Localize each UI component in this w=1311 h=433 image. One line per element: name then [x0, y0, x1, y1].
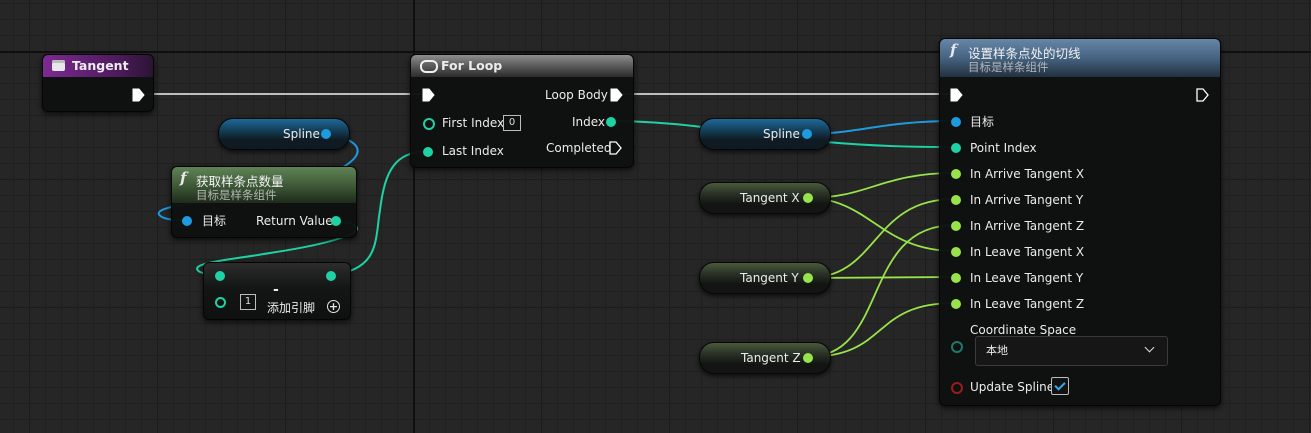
subtract-input-b-pin[interactable] — [215, 297, 226, 308]
tangent-node-title: Tangent — [72, 58, 129, 73]
completed-label: Completed — [546, 141, 612, 155]
spline-variable-getter-2[interactable]: Spline — [699, 118, 831, 150]
pin-label-arrive-y: In Arrive Tangent Y — [970, 193, 1084, 207]
target-pin[interactable] — [951, 117, 961, 127]
get-spline-point-count-node[interactable]: f 获取样条点数量 目标是样条组件 目标 Return Value — [171, 166, 357, 238]
pin-label-point-index: Point Index — [970, 141, 1037, 155]
loop-body-label: Loop Body — [545, 88, 608, 102]
pin-label-arrive-x: In Arrive Tangent X — [970, 167, 1085, 181]
wire-ty-to-arrive-y — [806, 198, 956, 279]
tangent-z-label: Tangent Z — [741, 351, 801, 365]
pin-label-leave-y: In Leave Tangent Y — [970, 271, 1084, 285]
target-input-pin[interactable] — [182, 216, 192, 226]
plus-circle-icon[interactable]: + — [327, 300, 340, 313]
arrive-tangent-z-pin[interactable] — [951, 221, 961, 231]
subtract-b-value-field[interactable]: 1 — [240, 294, 256, 310]
for-loop-node[interactable]: For Loop Loop Body First Index 0 Index L… — [410, 54, 634, 168]
set-tangent-at-spline-point-node[interactable]: f 设置样条点处的切线 目标是样条组件 目标 Point Index In Ar… — [939, 38, 1221, 406]
completed-exec-pin[interactable] — [609, 141, 622, 155]
first-index-value-field[interactable]: 0 — [503, 115, 521, 131]
subtract-node[interactable]: - 1 添加引脚 + — [203, 262, 351, 320]
index-output-pin[interactable] — [606, 117, 616, 127]
first-index-pin[interactable] — [423, 118, 435, 130]
spline-getter-label: Spline — [283, 127, 320, 141]
coordinate-space-dropdown[interactable]: 本地 — [975, 336, 1168, 366]
set-tangent-subtitle: 目标是样条组件 — [968, 60, 1049, 74]
point-index-pin[interactable] — [951, 143, 961, 153]
exec-in-pin[interactable] — [422, 88, 435, 102]
first-index-label: First Index — [442, 116, 505, 130]
set-tangent-exec-out-pin[interactable] — [1196, 88, 1209, 102]
tangent-x-label: Tangent X — [740, 191, 800, 205]
subtract-input-a-pin[interactable] — [215, 271, 225, 281]
function-icon: f — [180, 169, 187, 187]
leave-tangent-x-pin[interactable] — [951, 247, 961, 257]
get-count-subtitle: 目标是样条组件 — [196, 188, 277, 202]
last-index-label: Last Index — [442, 144, 504, 158]
coordinate-space-value: 本地 — [986, 344, 1008, 357]
leave-tangent-y-pin[interactable] — [951, 273, 961, 283]
spline-getter-2-label: Spline — [763, 127, 800, 141]
subtract-output-pin[interactable] — [326, 271, 336, 281]
spline-output-pin[interactable] — [321, 129, 331, 139]
coordinate-space-label: Coordinate Space — [970, 323, 1077, 337]
return-value-pin[interactable] — [331, 216, 341, 226]
coordinate-space-pin[interactable] — [951, 341, 963, 353]
tangent-x-output-pin[interactable] — [803, 193, 813, 203]
loop-body-exec-pin[interactable] — [610, 88, 623, 102]
update-spline-label: Update Spline — [970, 380, 1055, 394]
exec-out-pin[interactable] — [132, 88, 145, 102]
return-value-label: Return Value — [256, 214, 333, 228]
spline-variable-getter[interactable]: Spline — [218, 118, 350, 150]
tangent-event-node[interactable]: Tangent — [42, 54, 154, 112]
tangent-x-getter[interactable]: Tangent X — [699, 182, 831, 214]
loop-icon — [420, 60, 438, 73]
function-icon-2: f — [950, 41, 957, 59]
pin-label-leave-x: In Leave Tangent X — [970, 245, 1085, 259]
update-spline-checkbox[interactable] — [1051, 377, 1069, 395]
subtract-operator: - — [273, 282, 279, 298]
update-spline-pin[interactable] — [951, 382, 963, 394]
event-box-icon — [52, 60, 65, 71]
arrive-tangent-y-pin[interactable] — [951, 195, 961, 205]
pin-label-leave-z: In Leave Tangent Z — [970, 297, 1085, 311]
for-loop-title: For Loop — [441, 58, 503, 73]
tangent-y-output-pin[interactable] — [803, 273, 813, 283]
spline-2-output-pin[interactable] — [802, 129, 812, 139]
pin-label-arrive-z: In Arrive Tangent Z — [970, 219, 1085, 233]
target-input-label: 目标 — [202, 214, 227, 228]
add-pin-label[interactable]: 添加引脚 — [267, 301, 315, 315]
set-tangent-exec-in-pin[interactable] — [950, 88, 963, 102]
tangent-z-getter[interactable]: Tangent Z — [699, 342, 831, 374]
checkmark-icon — [1054, 379, 1066, 391]
wire-tz-to-arrive-z — [806, 224, 956, 358]
leave-tangent-z-pin[interactable] — [951, 299, 961, 309]
pin-label-target: 目标 — [970, 115, 995, 129]
tangent-y-getter[interactable]: Tangent Y — [699, 262, 831, 294]
arrive-tangent-x-pin[interactable] — [951, 169, 961, 179]
chevron-down-icon — [1144, 342, 1155, 353]
tangent-y-label: Tangent Y — [740, 271, 799, 285]
tangent-z-output-pin[interactable] — [803, 353, 813, 363]
index-label: Index — [572, 115, 606, 129]
last-index-pin[interactable] — [423, 147, 433, 157]
